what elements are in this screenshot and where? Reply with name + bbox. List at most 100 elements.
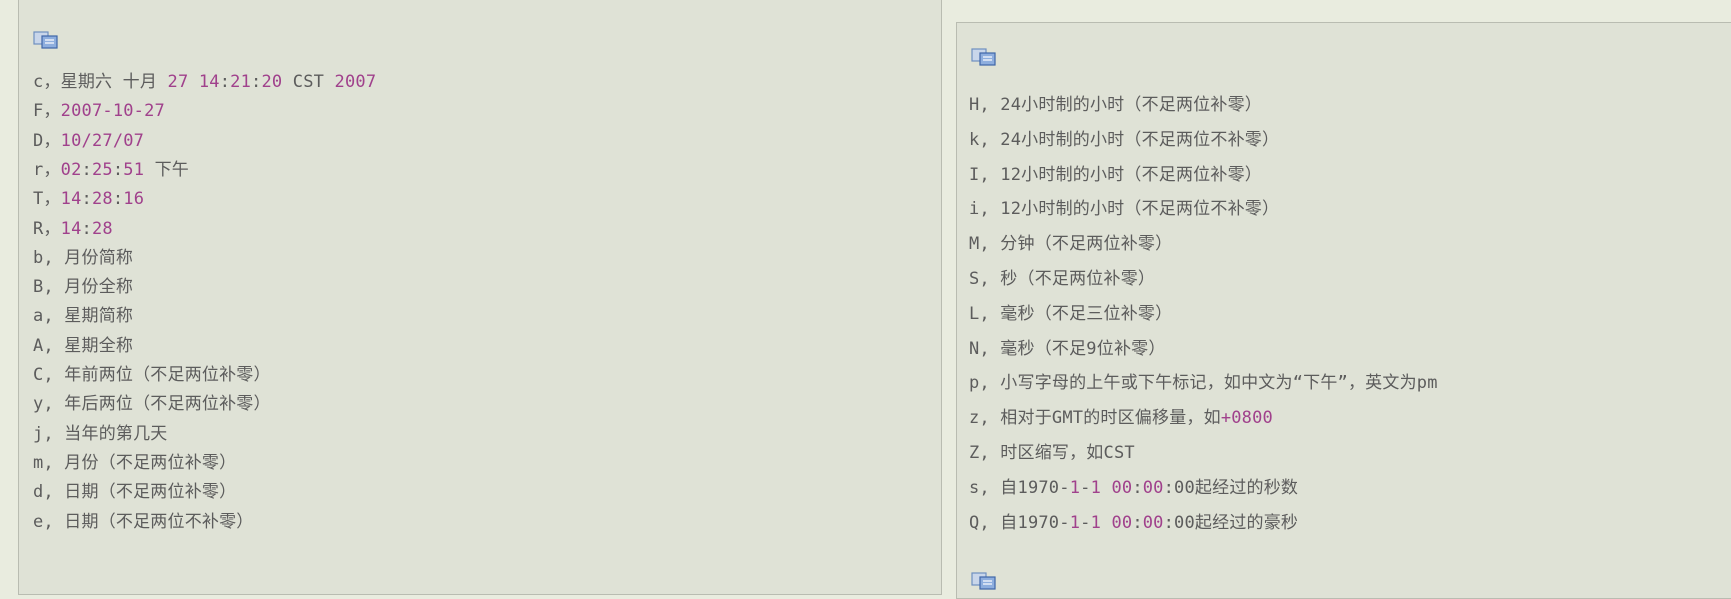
code-panel-right: H, 24小时制的小时（不足两位补零） k, 24小时制的小时（不足两位不补零） I… — [956, 22, 1731, 599]
code-text: B, 月份全称 — [33, 277, 134, 298]
code-text: - — [1080, 512, 1091, 533]
code-text: s, 自1970- — [969, 477, 1070, 498]
code-line: M, 分钟（不足两位补零） — [969, 233, 1172, 255]
code-text: : — [219, 72, 231, 92]
code-line: Q, 自1970-1-1 00:00:00起经过的豪秒 — [969, 512, 1298, 534]
code-line: i, 12小时制的小时（不足两位不补零） — [969, 198, 1279, 220]
code-text: b, 月份简称 — [33, 247, 134, 268]
code-literal: 2007-10-27 — [60, 101, 165, 122]
code-line: I, 12小时制的小时（不足两位补零） — [969, 164, 1262, 186]
code-text: z, 相对于GMT的时区偏移量，如 — [969, 408, 1221, 429]
code-line: T，14:28:16 — [33, 188, 144, 210]
code-text: N, 毫秒（不足9位补零） — [969, 338, 1166, 359]
code-literal: 1 — [1069, 512, 1081, 533]
code-line: e, 日期（不足两位不补零） — [33, 511, 254, 533]
code-line: z, 相对于GMT的时区偏移量，如+0800 — [969, 407, 1273, 429]
code-text: : — [81, 218, 92, 239]
code-text: : — [112, 189, 124, 210]
code-line: F，2007-10-27 — [33, 100, 165, 122]
code-text: I, 12小时制的小时（不足两位补零） — [969, 164, 1262, 185]
code-text: k, 24小时制的小时（不足两位不补零） — [969, 129, 1280, 150]
code-line: m, 月份（不足两位补零） — [33, 452, 236, 474]
code-text: F， — [33, 101, 61, 122]
code-line: N, 毫秒（不足9位补零） — [969, 338, 1166, 360]
code-literal: 16 — [123, 189, 145, 210]
code-line: p, 小写字母的上午或下午标记，如中文为“下午”，英文为pm — [969, 372, 1438, 394]
code-text: : — [1132, 512, 1143, 533]
code-text: T， — [33, 189, 61, 210]
code-text: A, 星期全称 — [33, 335, 134, 356]
code-literal: 14 — [60, 218, 82, 239]
code-text: : — [81, 189, 92, 210]
copy-icon[interactable] — [971, 571, 1001, 591]
code-line: C, 年前两位（不足两位补零） — [33, 364, 271, 386]
code-literal: 27 14 — [167, 72, 220, 92]
code-line: r，02:25:51 下午 — [33, 159, 189, 181]
code-text: i, 12小时制的小时（不足两位不补零） — [969, 199, 1280, 220]
code-text: :00起经过的秒数 — [1163, 477, 1299, 498]
copy-icon[interactable] — [971, 47, 1001, 67]
right-top-strip — [956, 0, 1731, 22]
code-literal: 51 — [123, 159, 145, 180]
code-literal: 00 — [1111, 477, 1133, 498]
code-literal: 10/27/07 — [60, 130, 145, 151]
code-literal: 21 — [230, 72, 252, 92]
code-literal: 20 — [261, 72, 283, 92]
code-line: c，星期六 十月 27 14:21:20 CST 2007 — [33, 71, 376, 93]
code-line: B, 月份全称 — [33, 276, 133, 298]
code-literal: 14 — [60, 189, 82, 210]
code-line: D，10/27/07 — [33, 130, 144, 152]
code-line: Z, 时区缩写，如CST — [969, 442, 1135, 464]
code-text: CST — [282, 72, 335, 92]
code-literal: 02 — [60, 159, 82, 180]
code-line: a, 星期简称 — [33, 305, 133, 327]
code-text: - — [1080, 477, 1091, 498]
code-text: y, 年后两位（不足两位补零） — [33, 394, 271, 415]
code-literal: 00 — [1111, 512, 1133, 533]
code-panel-left: c，星期六 十月 27 14:21:20 CST 2007 F，2007-10-2… — [18, 0, 942, 595]
code-text: 下午 — [144, 159, 189, 180]
code-text: p, 小写字母的上午或下午标记，如中文为“下午”，英文为pm — [969, 373, 1438, 394]
code-text: Z, 时区缩写，如CST — [969, 443, 1135, 463]
code-text: D， — [33, 130, 61, 151]
code-line: H, 24小时制的小时（不足两位补零） — [969, 94, 1262, 116]
code-text: L, 毫秒（不足三位补零） — [969, 303, 1173, 324]
code-text: M, 分钟（不足两位补零） — [969, 234, 1173, 255]
code-literal: 2007 — [334, 72, 377, 92]
code-text: : — [112, 159, 124, 180]
code-text: H, 24小时制的小时（不足两位补零） — [969, 95, 1262, 115]
code-text: a, 星期简称 — [33, 306, 134, 327]
code-text: j, 当年的第几天 — [33, 423, 168, 444]
copy-icon[interactable] — [33, 30, 63, 50]
code-text: c，星期六 十月 — [33, 72, 168, 92]
code-literal: 28 — [91, 218, 113, 239]
code-literal: 00 — [1142, 512, 1164, 533]
code-text: r， — [33, 159, 61, 180]
code-literal: 00 — [1142, 477, 1164, 498]
code-line: S, 秒（不足两位补零） — [969, 268, 1155, 290]
code-line: L, 毫秒（不足三位补零） — [969, 303, 1172, 325]
code-line: b, 月份简称 — [33, 247, 133, 269]
code-literal: 28 — [91, 189, 113, 210]
code-line: s, 自1970-1-1 00:00:00起经过的秒数 — [969, 477, 1298, 499]
code-text: : — [1132, 477, 1143, 498]
code-text: m, 月份（不足两位补零） — [33, 452, 237, 473]
code-line: A, 星期全称 — [33, 335, 133, 357]
code-text: e, 日期（不足两位不补零） — [33, 511, 254, 532]
code-line: y, 年后两位（不足两位补零） — [33, 393, 271, 415]
code-literal: 1 — [1090, 477, 1101, 498]
code-text: C, 年前两位（不足两位补零） — [33, 365, 271, 385]
code-text: Q, 自1970- — [969, 512, 1070, 533]
code-text: d, 日期（不足两位补零） — [33, 482, 237, 503]
code-text: : — [81, 159, 92, 180]
code-literal: +0800 — [1220, 408, 1273, 429]
code-line: j, 当年的第几天 — [33, 423, 168, 445]
code-literal: 25 — [91, 159, 113, 180]
code-text: : — [251, 72, 262, 92]
code-text: S, 秒（不足两位补零） — [969, 269, 1156, 289]
code-literal: 1 — [1069, 477, 1081, 498]
code-line: R，14:28 — [33, 218, 113, 240]
code-text: R， — [33, 218, 61, 239]
